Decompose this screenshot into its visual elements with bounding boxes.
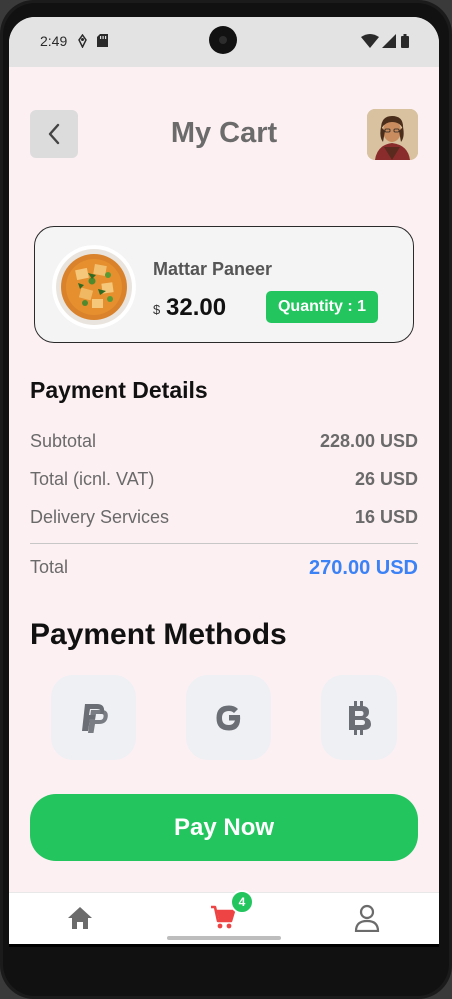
- cart-badge: 4: [230, 890, 254, 914]
- nav-strip: [9, 944, 439, 947]
- row-value: 16 USD: [354, 507, 418, 527]
- status-time: 2:49: [40, 33, 68, 49]
- google-icon: [216, 705, 240, 730]
- total-value: 270.00 USD: [309, 557, 418, 579]
- cart-item-card[interactable]: Mattar Paneer $ 32.00 Quantity : 1: [34, 226, 414, 343]
- currency-symbol: $: [153, 302, 161, 317]
- nav-home[interactable]: [65, 903, 95, 933]
- phone-screen: 2:49 My Cart Mattar Paneer $ 32.00 Quant…: [9, 17, 439, 947]
- battery-icon: [401, 34, 409, 53]
- vat-row: Total (icnl. VAT) 26 USD: [30, 469, 418, 493]
- cart-screen: My Cart Mattar Paneer $ 32.00 Quantity:…: [9, 67, 439, 892]
- item-name: Mattar Paneer: [153, 259, 273, 279]
- wifi-icon: [361, 34, 379, 53]
- food-image: [52, 245, 136, 329]
- subtotal-row: Subtotal 228.00 USD: [30, 431, 418, 455]
- location-icon: [77, 33, 88, 53]
- gesture-bar[interactable]: [167, 936, 281, 940]
- google-pay-button[interactable]: [186, 675, 271, 760]
- row-label: Delivery Services: [30, 507, 170, 527]
- bitcoin-button[interactable]: [321, 675, 397, 760]
- quantity-badge[interactable]: Quantity : 1: [266, 291, 378, 323]
- total-row: Total 270.00 USD: [30, 557, 418, 581]
- profile-icon: [354, 904, 380, 932]
- paypal-button[interactable]: [51, 675, 136, 760]
- pay-now-button[interactable]: Pay Now: [30, 794, 418, 861]
- payment-methods-title: Payment Methods: [30, 618, 287, 651]
- status-bar: 2:49: [9, 17, 439, 67]
- front-camera: [209, 26, 237, 54]
- nav-profile[interactable]: [352, 903, 382, 933]
- sd-card-icon: [97, 34, 108, 52]
- delivery-row: Delivery Services 16 USD: [30, 507, 418, 531]
- row-value: 26 USD: [354, 469, 418, 489]
- signal-icon: [382, 34, 396, 53]
- row-value: 228.00 USD: [319, 431, 418, 451]
- total-label: Total: [30, 557, 69, 577]
- device-frame: 2:49 My Cart Mattar Paneer $ 32.00 Quant…: [0, 0, 452, 999]
- payment-details-title: Payment Details: [30, 377, 208, 403]
- paypal-icon: [81, 703, 108, 733]
- item-price: 32.00: [166, 294, 227, 321]
- bitcoin-icon: [349, 700, 371, 735]
- row-label: Subtotal: [30, 431, 97, 451]
- divider: [30, 543, 418, 544]
- home-icon: [68, 907, 92, 929]
- user-avatar[interactable]: [367, 109, 418, 160]
- row-label: Total (icnl. VAT): [30, 469, 155, 489]
